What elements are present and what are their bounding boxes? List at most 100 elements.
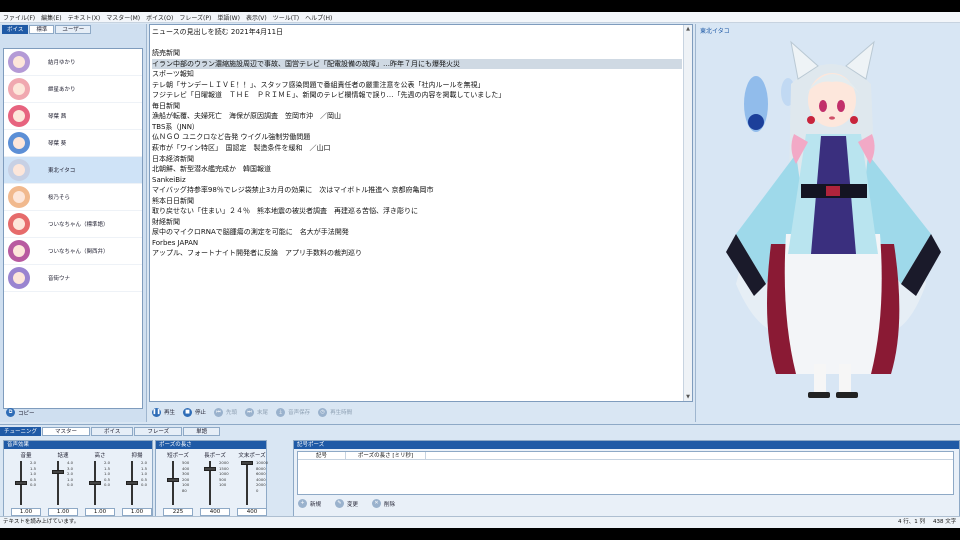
- voice-list-item[interactable]: 琴葉 葵: [4, 130, 142, 157]
- tab-phrase[interactable]: フレーズ: [134, 427, 183, 436]
- text-line: 読売新聞: [152, 49, 180, 58]
- tab-standard[interactable]: 標準: [29, 25, 55, 34]
- tick-label: 100: [219, 482, 227, 487]
- voice-list-item[interactable]: 琴葉 茜: [4, 103, 142, 130]
- new-icon: +: [298, 499, 307, 508]
- voice-list-item[interactable]: 東北イタコ: [4, 157, 142, 184]
- slider-ticks: 500 400 300 200 100 80: [182, 460, 189, 493]
- text-line: 熊本日日新聞: [152, 196, 194, 205]
- text-line: Forbes JAPAN: [152, 238, 199, 247]
- slider-thumb[interactable]: [204, 466, 216, 471]
- menu-item[interactable]: ボイス(O): [146, 13, 173, 22]
- voice-list-item[interactable]: 結月ゆかり: [4, 49, 142, 76]
- menu-item[interactable]: 単語(W): [217, 13, 240, 22]
- status-bar: テキストを読み上げています。 4 行、1 列 438 文字: [0, 516, 960, 528]
- voice-list-item[interactable]: 桜乃そら: [4, 184, 142, 211]
- slider-thumb[interactable]: [126, 481, 138, 485]
- text-line: SankeiBiz: [152, 175, 186, 184]
- tick-label: 2.0: [141, 460, 148, 465]
- character-portrait: [726, 40, 941, 398]
- text-line: アップル、フォートナイト開発者に反論 アプリ手数料の裁判巡り: [152, 249, 362, 258]
- text-line: 尿中のマイクロRNAで脳腫瘍の測定を可能に 名大が手法開発: [152, 228, 349, 237]
- copy-button[interactable]: ⧉ コピー: [6, 408, 35, 417]
- text-line: 北朝鮮、新型潜水艦完成か 韓国報道: [152, 165, 271, 174]
- editor-lines: ニュースの見出しを読む 2021年4月11日 読売新聞 イラン中部のウラン濃縮施設周…: [152, 27, 682, 259]
- symbol-pause-title: 記号ポーズ: [294, 441, 959, 449]
- skip-end-icon: ⏭: [245, 407, 255, 417]
- slider-thumb[interactable]: [15, 481, 27, 485]
- text-line: スポーツ報知: [152, 70, 194, 79]
- playback-button[interactable]: ❚❚ 再生: [152, 407, 175, 417]
- symbol-pause-button[interactable]: ✕ 削除: [372, 499, 395, 508]
- slider-thumb[interactable]: [52, 470, 64, 474]
- slider-value-field[interactable]: 1.00: [122, 508, 152, 516]
- voice-list[interactable]: 結月ゆかり 紲星あかり琴葉 茜琴葉 葵東北イタコ 桜乃そら ついなちゃん（標準語） つい…: [3, 48, 143, 409]
- slider-value-field[interactable]: 1.00: [48, 508, 78, 516]
- symbol-pause-header: 記号 ポーズの長さ [ミリ秒]: [298, 452, 953, 460]
- tab-user[interactable]: ユーザー: [55, 25, 92, 34]
- menu-item[interactable]: ツール(T): [273, 13, 299, 22]
- slider-track[interactable]: [172, 461, 174, 505]
- scroll-down-icon[interactable]: ▼: [685, 394, 691, 400]
- text-line: [152, 38, 682, 49]
- tick-label: 2000: [219, 460, 229, 465]
- copy-icon: ⧉: [6, 408, 15, 417]
- slider-thumb[interactable]: [89, 481, 101, 485]
- voice-effects-group: 音声効果 音量 2.0 1.5 1.0 0.5 0.0 1.00 話速 4.0 3.0 2.0 1.0…: [3, 440, 153, 517]
- voiceroid-window: ファイル(F) 編集(E) テキスト(X) マスター(M) ボイス(O) フレーズ(P) 単…: [0, 12, 960, 528]
- editor-scrollbar[interactable]: ▲ ▼: [683, 25, 692, 401]
- slider-thumb[interactable]: [167, 477, 179, 482]
- playback-button: ◷ 再生時間: [318, 407, 352, 417]
- symbol-pause-group: 記号ポーズ 記号 ポーズの長さ [ミリ秒] + 新規 ✎ 変更 ✕ 削除: [293, 440, 960, 517]
- slider-value-field[interactable]: 225: [163, 508, 193, 516]
- text-line: 取り戻せない「住まい」２４％ 熊本地震の被災者調査 再建巡る苦悩、浮き彫りに: [152, 207, 418, 216]
- slider-value-field[interactable]: 400: [200, 508, 230, 516]
- avatar: [8, 213, 30, 235]
- tab-voice[interactable]: ボイス: [91, 427, 134, 436]
- slider-label: 抑揚: [131, 453, 143, 459]
- symbol-pause-button[interactable]: ✎ 変更: [335, 499, 358, 508]
- slider-track[interactable]: [246, 461, 248, 505]
- text-editor[interactable]: ニュースの見出しを読む 2021年4月11日 読売新聞 イラン中部のウラン濃縮施設周…: [149, 24, 693, 402]
- text-line: マイバッグ持参率98％でレジ袋禁止3カ月の効果に 次はマイボトル推進へ 京都府亀…: [152, 186, 434, 195]
- voice-name: ついなちゃん（関西弁）: [48, 249, 109, 255]
- slider-value-field[interactable]: 400: [237, 508, 267, 516]
- scroll-up-icon[interactable]: ▲: [685, 26, 691, 32]
- voice-list-item[interactable]: 紲星あかり: [4, 76, 142, 103]
- menu-item[interactable]: フレーズ(P): [179, 13, 211, 22]
- avatar: [8, 132, 30, 154]
- voice-list-item[interactable]: ついなちゃん（関西弁）: [4, 238, 142, 265]
- menu-item[interactable]: マスター(M): [106, 13, 140, 22]
- tick-label: 0.0: [141, 482, 148, 487]
- voice-list-item[interactable]: 音街ウナ: [4, 265, 142, 292]
- tuning-tag: チューニング: [0, 427, 42, 436]
- slider-ticks: 2000 1500 1000 500 100: [219, 460, 229, 488]
- delete-icon: ✕: [372, 499, 382, 508]
- slider-ticks: 2.0 1.5 1.0 0.5 0.0: [30, 460, 36, 488]
- menu-item[interactable]: ヘルプ(H): [305, 13, 332, 22]
- playback-button[interactable]: ■ 停止: [183, 407, 206, 417]
- slider-value-field[interactable]: 1.00: [11, 508, 41, 516]
- tick-label: 100: [182, 482, 190, 487]
- tick-label: 1.0: [30, 471, 37, 476]
- voice-name: 琴葉 茜: [48, 114, 67, 120]
- tab-master[interactable]: マスター: [42, 427, 91, 436]
- symbol-pause-button[interactable]: + 新規: [298, 499, 321, 508]
- voice-list-item[interactable]: ついなちゃん（標準語）: [4, 211, 142, 238]
- menu-item[interactable]: テキスト(X): [68, 13, 101, 22]
- text-line: 日本経済新聞: [152, 154, 194, 163]
- slider-track[interactable]: [57, 461, 59, 505]
- edit-icon: ✎: [335, 499, 345, 508]
- menu-item[interactable]: ファイル(F): [3, 13, 35, 22]
- slider-ticks: 2.0 1.5 1.0 0.5 0.0: [141, 460, 147, 488]
- menu-item[interactable]: 表示(V): [246, 13, 267, 22]
- voice-name: 琴葉 葵: [48, 141, 67, 147]
- tab-word[interactable]: 単語: [183, 427, 221, 436]
- symbol-pause-table[interactable]: 記号 ポーズの長さ [ミリ秒]: [297, 451, 954, 495]
- slider-label: 高さ: [94, 453, 106, 459]
- save-audio-icon: ⤓: [276, 407, 286, 417]
- text-line: TBS系（JNN）: [152, 122, 199, 131]
- slider-value-field[interactable]: 1.00: [85, 508, 115, 516]
- menu-item[interactable]: 編集(E): [41, 13, 61, 22]
- slider-thumb[interactable]: [241, 460, 253, 465]
